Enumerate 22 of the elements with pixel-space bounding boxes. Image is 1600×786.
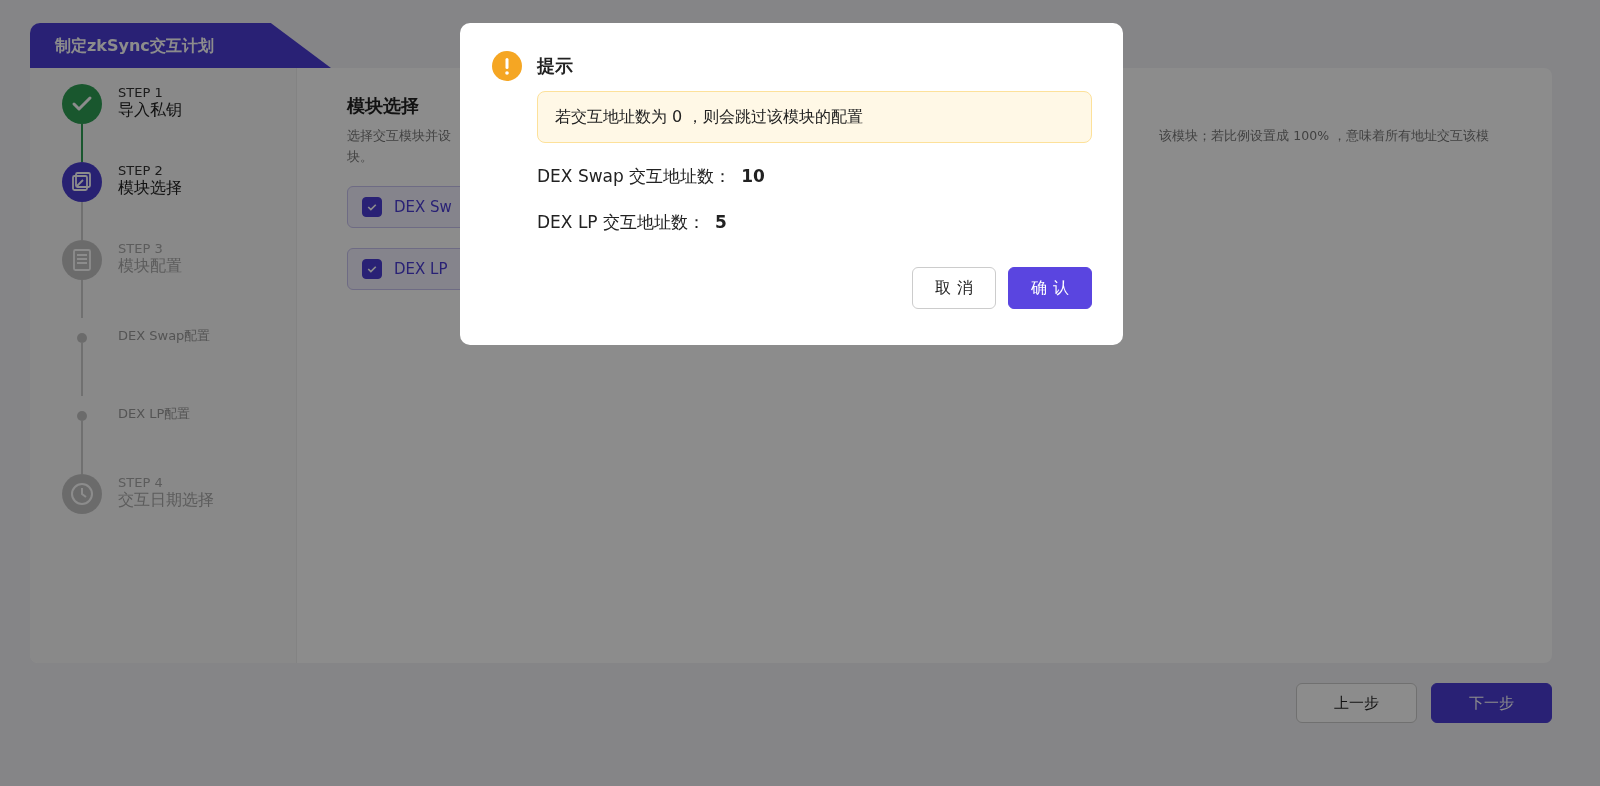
description-text: 块。 — [347, 149, 374, 166]
checkmark-icon — [366, 201, 378, 213]
count-label: DEX Swap 交互地址数： — [537, 164, 732, 188]
step-title: 模块选择 — [118, 178, 182, 199]
description-text: 选择交互模块并设 — [347, 128, 451, 145]
step-title: 导入私钥 — [118, 100, 182, 121]
checkmark-icon — [366, 263, 378, 275]
step-label: STEP 1 — [118, 85, 164, 100]
warning-icon — [492, 51, 522, 81]
next-button[interactable]: 下一步 — [1431, 683, 1552, 723]
dialog-title: 提示 — [537, 54, 573, 78]
checkbox[interactable] — [362, 197, 382, 217]
count-value: 5 — [715, 212, 727, 232]
confirm-button[interactable]: 确 认 — [1008, 267, 1092, 309]
count-value: 10 — [741, 166, 765, 186]
step-label: STEP 2 — [118, 163, 164, 178]
cancel-button[interactable]: 取 消 — [912, 267, 996, 309]
description-text: 该模块；若比例设置成 100% ，意味着所有地址交互该模 — [1159, 128, 1489, 145]
notice-banner: 若交互地址数为 0 ，则会跳过该模块的配置 — [537, 91, 1092, 143]
checkbox[interactable] — [362, 259, 382, 279]
previous-button[interactable]: 上一步 — [1296, 683, 1417, 723]
section-title: 模块选择 — [347, 94, 419, 118]
